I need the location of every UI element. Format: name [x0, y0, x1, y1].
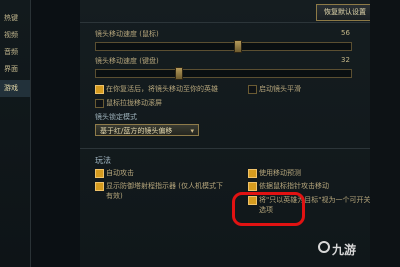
- section-divider: [80, 148, 370, 149]
- highlight-circle: [232, 192, 305, 226]
- keyboard-speed-slider-thumb[interactable]: [175, 67, 183, 80]
- mouse-speed-slider-thumb[interactable]: [234, 40, 242, 53]
- chevron-down-icon: ▾: [190, 127, 194, 135]
- camera-lock-mode-value: 基于红/蓝方的镜头偏移: [100, 127, 173, 135]
- respawn-camera-label: 在你复活后，将镜头移动至你的英雄: [106, 85, 218, 93]
- settings-panel: 恢复默认设置 镜头移动速度 (鼠标) 56 镜头移动速度 (键盘) 32 在你复…: [80, 0, 374, 267]
- header-divider: [80, 22, 370, 23]
- move-prediction-checkbox[interactable]: [248, 169, 257, 178]
- drag-scroll-checkbox[interactable]: [95, 99, 104, 108]
- camera-lock-mode-dropdown[interactable]: 基于红/蓝方的镜头偏移 ▾: [95, 124, 199, 136]
- sidebar-item-video[interactable]: 视频: [0, 27, 30, 44]
- camera-smoothing-label: 启动镜头平滑: [259, 85, 301, 93]
- scrollbar-area: [370, 0, 400, 267]
- mouse-speed-value: 56: [341, 29, 350, 37]
- tower-range-label: 显示防御塔射程指示器 (仅人机模式下: [106, 182, 223, 190]
- settings-sidebar: 热键 视频 音频 界面 游戏: [0, 0, 31, 267]
- drag-scroll-label: 鼠标拉拢移动滚屏: [106, 99, 162, 107]
- mouse-speed-label: 镜头移动速度 (鼠标): [95, 30, 159, 38]
- camera-lock-mode-label: 镜头锁定模式: [95, 113, 137, 121]
- mouse-speed-slider[interactable]: [95, 40, 352, 53]
- gameplay-section-title: 玩法: [95, 156, 111, 165]
- keyboard-speed-value: 32: [341, 56, 350, 64]
- keyboard-speed-slider[interactable]: [95, 67, 352, 80]
- respawn-camera-checkbox[interactable]: [95, 85, 104, 94]
- auto-attack-checkbox[interactable]: [95, 169, 104, 178]
- tower-range-label-cont: 有效): [106, 192, 123, 200]
- auto-attack-label: 自动攻击: [106, 169, 134, 177]
- jiuyou-logo-icon: [318, 241, 330, 253]
- watermark-text: 九游: [332, 243, 357, 257]
- sidebar-item-interface[interactable]: 界面: [0, 61, 30, 78]
- keyboard-speed-label: 镜头移动速度 (键盘): [95, 57, 159, 65]
- cursor-attack-move-checkbox[interactable]: [248, 182, 257, 191]
- reset-defaults-button[interactable]: 恢复默认设置: [316, 4, 374, 21]
- sidebar-item-hotkeys[interactable]: 热键: [0, 10, 30, 27]
- cursor-attack-move-label: 依据鼠标指针攻击移动: [259, 182, 329, 190]
- camera-smoothing-checkbox[interactable]: [248, 85, 257, 94]
- tower-range-checkbox[interactable]: [95, 182, 104, 191]
- sidebar-item-audio[interactable]: 音频: [0, 44, 30, 61]
- move-prediction-label: 使用移动预测: [259, 169, 301, 177]
- sidebar-item-game[interactable]: 游戏: [0, 80, 30, 97]
